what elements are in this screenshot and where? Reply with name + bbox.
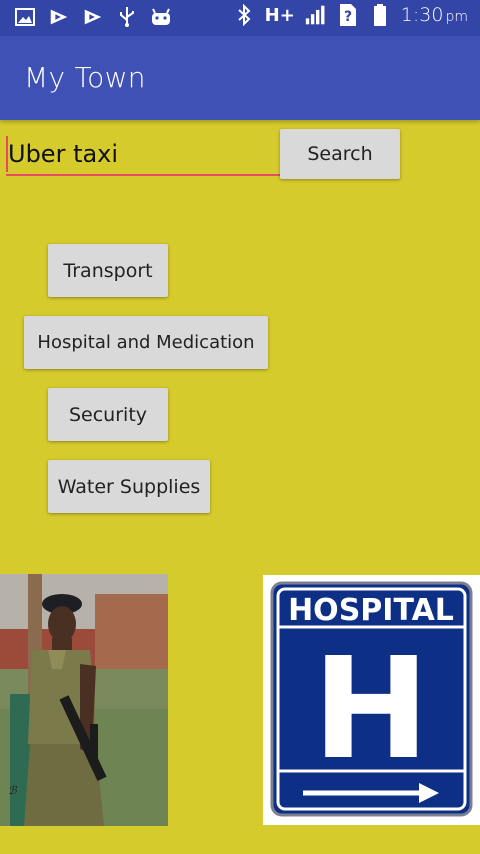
- hospital-sign-label: HOSPITAL: [288, 593, 454, 628]
- android-icon: [150, 6, 172, 28]
- search-button[interactable]: Search: [280, 129, 400, 179]
- app-icon: [82, 6, 104, 28]
- text-cursor: [6, 136, 8, 172]
- transport-button[interactable]: Transport: [48, 244, 168, 297]
- water-supplies-button[interactable]: Water Supplies: [48, 460, 210, 513]
- network-type: H+: [264, 4, 295, 26]
- hospital-sign-letter: H: [312, 628, 429, 791]
- status-bar: H+ ? 1:30 pm: [0, 0, 480, 36]
- signature-watermark: ℬ: [8, 784, 17, 797]
- bluetooth-icon: [233, 4, 255, 26]
- app-bar: My Town: [0, 36, 480, 120]
- image-icon: [14, 6, 36, 28]
- usb-icon: [116, 6, 138, 28]
- clock: 1:30 pm: [400, 4, 468, 26]
- svg-text:?: ?: [344, 9, 352, 25]
- hospital-button[interactable]: Hospital and Medication: [24, 316, 268, 369]
- signal-icon: [305, 4, 327, 26]
- security-officer-image: ℬ: [0, 574, 168, 826]
- notification-icons: [14, 6, 172, 28]
- app-icon: [48, 6, 70, 28]
- no-sim-icon: ?: [337, 4, 359, 26]
- app-title: My Town: [24, 61, 146, 94]
- system-icons: H+ ? 1:30 pm: [233, 4, 468, 26]
- search-input[interactable]: [6, 134, 280, 176]
- security-button[interactable]: Security: [48, 388, 168, 441]
- hospital-sign-image: HOSPITAL H: [263, 575, 480, 825]
- battery-icon: [369, 4, 391, 26]
